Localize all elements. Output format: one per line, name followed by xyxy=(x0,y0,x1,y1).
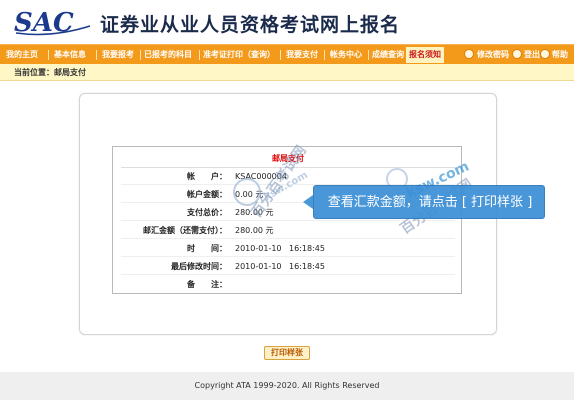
divider xyxy=(121,256,455,257)
print-sample-button[interactable]: 打印样张 xyxy=(264,346,310,360)
row-remarks: 备 注： xyxy=(113,277,463,293)
row-label: 支付总价： xyxy=(187,208,227,217)
row-last-modified: 最后修改时间： 2010-01-10 16:18:45 xyxy=(113,259,463,275)
nav-divider xyxy=(280,50,281,60)
nav-item-registered-subjects[interactable]: 已报考的科目 xyxy=(144,45,192,65)
callout-arrow xyxy=(303,195,313,209)
site-title: 证券业从业人员资格考试网上报名 xyxy=(100,14,401,36)
nav-item-pay[interactable]: 我要支付 xyxy=(286,45,318,65)
row-value: 280.00 元 xyxy=(235,226,274,235)
row-label: 帐户金额： xyxy=(187,190,227,199)
row-label: 邮汇金额（还需支付）： xyxy=(143,226,227,235)
nav-logout[interactable]: 登出 xyxy=(524,45,540,65)
top-nav: 我的主页 基本信息 我要报考 已报考的科目 准考证打印（查询） 我要支付 帐务中… xyxy=(0,44,574,64)
copyright-text: Copyright ATA 1999-2020. All Rights Rese… xyxy=(194,381,380,390)
footer: Copyright ATA 1999-2020. All Rights Rese… xyxy=(0,372,574,400)
nav-divider xyxy=(48,50,49,60)
row-label: 时 间： xyxy=(187,244,227,253)
nav-change-password[interactable]: 修改密码 xyxy=(477,45,509,65)
row-label: 备 注： xyxy=(187,280,227,289)
page: SAC 证券业从业人员资格考试网上报名 我的主页 基本信息 我要报考 已报考的科… xyxy=(0,0,574,400)
key-icon[interactable] xyxy=(464,49,474,59)
nav-item-registration-notice[interactable]: 报名须知 xyxy=(406,47,444,63)
divider xyxy=(121,238,455,239)
breadcrumb-bar: 当前位置：邮局支付 xyxy=(0,64,574,81)
row-time: 时 间： 2010-01-10 16:18:45 xyxy=(113,241,463,257)
divider xyxy=(121,274,455,275)
row-label: 帐 户： xyxy=(187,172,227,181)
header: SAC 证券业从业人员资格考试网上报名 xyxy=(0,0,574,44)
callout-text: 查看汇款金额，请点击 [ 打印样张 ] xyxy=(327,195,533,210)
nav-item-home[interactable]: 我的主页 xyxy=(6,45,38,65)
nav-item-admission-ticket[interactable]: 准考证打印（查询） xyxy=(203,45,275,65)
nav-item-score-query[interactable]: 成绩查询 xyxy=(372,45,404,65)
sac-logo: SAC xyxy=(14,8,91,38)
nav-divider xyxy=(368,50,369,60)
callout-tooltip: 查看汇款金额，请点击 [ 打印样张 ] xyxy=(313,185,545,219)
row-time-value: 16:18:45 xyxy=(289,262,325,271)
nav-item-apply[interactable]: 我要报考 xyxy=(102,45,134,65)
nav-divider xyxy=(199,50,200,60)
row-value: 2010-01-10 xyxy=(235,244,282,253)
nav-item-account-center[interactable]: 帐务中心 xyxy=(330,45,362,65)
nav-item-basic-info[interactable]: 基本信息 xyxy=(54,45,86,65)
row-value: 2010-01-10 xyxy=(235,262,282,271)
nav-divider xyxy=(96,50,97,60)
row-label: 最后修改时间： xyxy=(171,262,227,271)
nav-divider xyxy=(324,50,325,60)
logout-icon[interactable] xyxy=(512,49,522,59)
nav-divider xyxy=(140,50,141,60)
breadcrumb: 当前位置：邮局支付 xyxy=(14,68,86,77)
help-icon[interactable] xyxy=(540,49,550,59)
row-time-value: 16:18:45 xyxy=(289,244,325,253)
nav-help[interactable]: 帮助 xyxy=(552,45,568,65)
